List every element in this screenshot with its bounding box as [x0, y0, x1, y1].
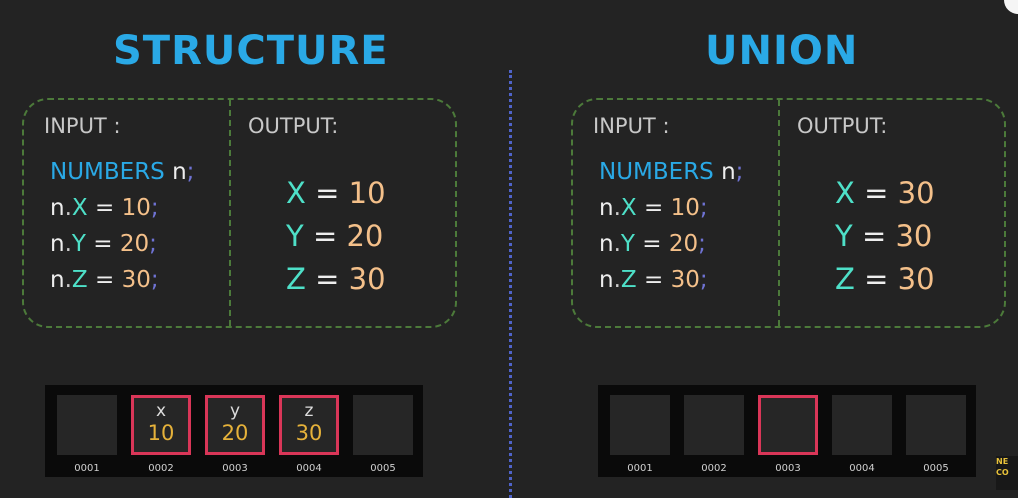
code-line: n.X = 10; [599, 195, 708, 221]
input-code: NUMBERS n; n.X = 10; n.Y = 20; n.Z = 30; [599, 154, 743, 298]
member-name: Z [620, 267, 637, 293]
output-line: Z = 30 [286, 262, 386, 296]
code-line: n.Z = 30; [50, 267, 159, 293]
memory-address: 0002 [701, 463, 727, 474]
output-values: X = 30 Y = 30 Z = 30 [835, 172, 935, 301]
code-line: n.Y = 20; [50, 231, 157, 257]
output-label: OUTPUT: [248, 114, 339, 138]
type-name: NUMBERS [50, 159, 165, 185]
memory-cell [610, 395, 670, 455]
member-name: X [620, 195, 637, 221]
member-name: Z [71, 267, 88, 293]
memory-cell [57, 395, 117, 455]
member-value: 30 [121, 267, 151, 293]
panel-separator [229, 100, 231, 326]
memory-cell-name: z [304, 401, 314, 421]
output-line: Y = 20 [286, 219, 384, 253]
member-value: 10 [670, 195, 700, 221]
code-line: n.Y = 20; [599, 231, 706, 257]
memory-address: 0005 [370, 463, 396, 474]
variable-name: n [599, 231, 614, 257]
code-line: n.Z = 30; [599, 267, 708, 293]
member-name: Y [71, 231, 86, 257]
input-label: INPUT : [593, 114, 670, 138]
variable-name: n [50, 195, 65, 221]
memory-address: 0004 [849, 463, 875, 474]
panel-separator [778, 100, 780, 326]
union-memory-strip: 0001 0002 0003 0004 0005 [598, 385, 976, 477]
memory-address: 0004 [296, 463, 322, 474]
output-values: X = 10 Y = 20 Z = 30 [286, 172, 386, 301]
memory-address: 0001 [74, 463, 100, 474]
union-panel: INPUT : OUTPUT: NUMBERS n; n.X = 10; n.Y… [571, 98, 1006, 328]
memory-cell [353, 395, 413, 455]
memory-address: 0005 [923, 463, 949, 474]
memory-address: 0001 [627, 463, 653, 474]
memory-cell: z 30 [279, 395, 339, 455]
memory-address: 0003 [222, 463, 248, 474]
code-declaration: NUMBERS n; [50, 159, 195, 185]
input-code: NUMBERS n; n.X = 10; n.Y = 20; n.Z = 30; [50, 154, 194, 298]
member-value: 10 [121, 195, 151, 221]
input-label: INPUT : [44, 114, 121, 138]
memory-cell [684, 395, 744, 455]
variable-name: n [599, 267, 614, 293]
corner-decoration [1004, 0, 1018, 14]
member-value: 20 [119, 231, 150, 257]
memory-cell-value: 20 [221, 421, 249, 445]
structure-memory-strip: 0001 x 10 0002 y 20 0003 z 30 0004 0005 [45, 385, 423, 477]
variable-name: n [172, 159, 187, 185]
output-label: OUTPUT: [797, 114, 888, 138]
member-name: X [71, 195, 88, 221]
memory-cell-value: 10 [147, 421, 175, 445]
memory-address: 0003 [775, 463, 801, 474]
code-declaration: NUMBERS n; [599, 159, 744, 185]
union-title: UNION [705, 28, 859, 74]
memory-cell [906, 395, 966, 455]
member-value: 30 [670, 267, 700, 293]
channel-logo: NE CO [996, 456, 1018, 490]
memory-cell: x 10 [131, 395, 191, 455]
variable-name: n [599, 195, 614, 221]
output-line: X = 10 [286, 176, 386, 210]
member-value: 20 [668, 231, 699, 257]
code-line: n.X = 10; [50, 195, 159, 221]
memory-cell [832, 395, 892, 455]
structure-title: STRUCTURE [113, 28, 389, 74]
variable-name: n [50, 267, 65, 293]
output-line: Y = 30 [835, 219, 933, 253]
memory-address: 0002 [148, 463, 174, 474]
center-divider [509, 70, 512, 498]
variable-name: n [721, 159, 736, 185]
output-line: Z = 30 [835, 262, 935, 296]
memory-cell-name: x [155, 401, 167, 421]
memory-cell: y 20 [205, 395, 265, 455]
structure-panel: INPUT : OUTPUT: NUMBERS n; n.X = 10; n.Y… [22, 98, 457, 328]
memory-cell-value: 30 [295, 421, 323, 445]
output-line: X = 30 [835, 176, 935, 210]
memory-cell-name: y [229, 401, 241, 421]
type-name: NUMBERS [599, 159, 714, 185]
member-name: Y [620, 231, 635, 257]
memory-cell [758, 395, 818, 455]
variable-name: n [50, 231, 65, 257]
